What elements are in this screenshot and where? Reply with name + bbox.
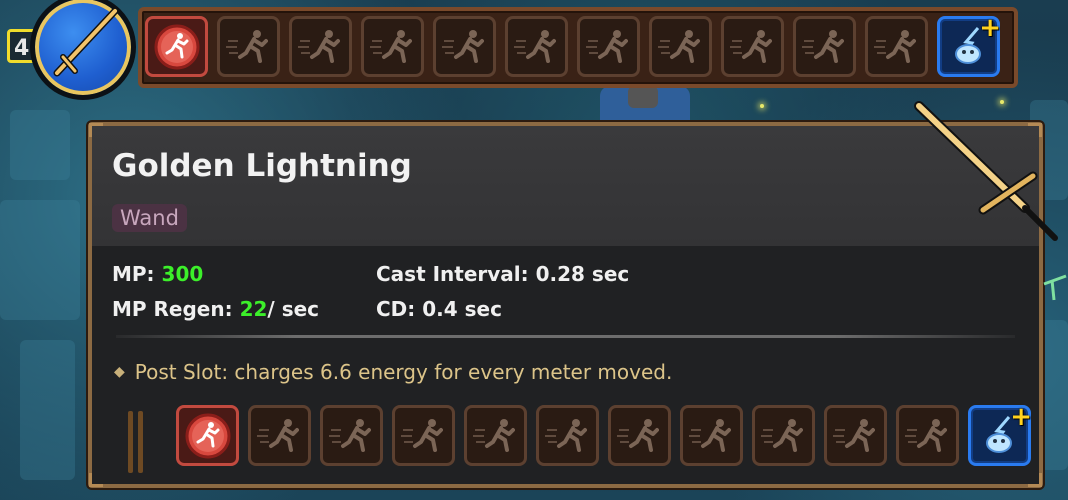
- slot-empty[interactable]: [433, 16, 496, 77]
- slot-empty[interactable]: [824, 405, 887, 466]
- dash-runner-icon: [369, 29, 412, 63]
- slot-empty[interactable]: [752, 405, 815, 466]
- drag-handle[interactable]: [128, 411, 148, 473]
- slot-empty[interactable]: [536, 405, 599, 466]
- dash-runner-icon: [544, 418, 587, 452]
- red-run-orb-icon: [154, 24, 199, 69]
- equipped-weapon-button[interactable]: [30, 0, 136, 100]
- item-title: Golden Lightning: [112, 148, 412, 184]
- cast-interval-stat: Cast Interval: 0.28 sec: [376, 262, 630, 286]
- item-type-tag: Wand: [112, 204, 187, 232]
- slot-add-spell[interactable]: +: [937, 13, 1001, 77]
- player-character: [600, 86, 690, 122]
- dash-runner-icon: [225, 29, 268, 63]
- effect-text: Post Slot: charges 6.6 energy for every …: [134, 360, 673, 384]
- slot-empty[interactable]: [649, 16, 712, 77]
- dash-runner-icon: [513, 29, 556, 63]
- section-divider: [116, 335, 1015, 338]
- dash-runner-icon: [688, 418, 731, 452]
- slot-empty[interactable]: [320, 405, 383, 466]
- slot-empty[interactable]: [217, 16, 280, 77]
- dash-runner-icon: [472, 418, 515, 452]
- background-tile: [10, 110, 70, 180]
- background-tile: [20, 340, 75, 480]
- golden-wand-icon: [914, 101, 1058, 241]
- background-tile: [0, 200, 80, 320]
- slot-empty[interactable]: [464, 405, 527, 466]
- dash-runner-icon: [297, 29, 340, 63]
- top-slot-row: +: [145, 13, 1001, 77]
- slot-empty[interactable]: [248, 405, 311, 466]
- dash-runner-icon: [760, 418, 803, 452]
- slot-empty[interactable]: [680, 405, 743, 466]
- firefly-sparkle: [760, 104, 764, 108]
- tooltip-header: [92, 126, 1039, 246]
- ally-figure: [1043, 274, 1067, 301]
- mp-regen-unit: / sec: [267, 297, 320, 321]
- slot-add-spell[interactable]: +: [968, 402, 1032, 466]
- slot-red-orb[interactable]: [176, 405, 239, 466]
- plus-icon: +: [979, 13, 1001, 43]
- corner-ornament: [1028, 473, 1042, 487]
- slot-empty[interactable]: [793, 16, 856, 77]
- golden-wand-icon: [53, 7, 119, 77]
- dash-runner-icon: [328, 418, 371, 452]
- background-tile: [1040, 320, 1068, 470]
- dash-runner-icon: [441, 29, 484, 63]
- bullet-diamond-icon: ◆: [114, 364, 125, 380]
- dash-runner-icon: [400, 418, 443, 452]
- slot-empty[interactable]: [721, 16, 784, 77]
- slot-empty[interactable]: [505, 16, 568, 77]
- red-run-orb-icon: [185, 413, 230, 458]
- dash-runner-icon: [657, 29, 700, 63]
- dash-runner-icon: [832, 418, 875, 452]
- slot-empty[interactable]: [577, 16, 640, 77]
- dash-runner-icon: [873, 29, 916, 63]
- dash-runner-icon: [801, 29, 844, 63]
- mp-regen-stat: MP Regen: 22/ sec: [112, 297, 319, 321]
- slot-empty[interactable]: [896, 405, 959, 466]
- dash-runner-icon: [616, 418, 659, 452]
- dash-runner-icon: [904, 418, 947, 452]
- corner-ornament: [89, 123, 103, 137]
- slot-empty[interactable]: [608, 405, 671, 466]
- mp-regen-label: MP Regen:: [112, 297, 240, 321]
- slot-empty[interactable]: [392, 405, 455, 466]
- mp-stat: MP: 300: [112, 262, 203, 286]
- corner-ornament: [89, 473, 103, 487]
- slot-red-orb[interactable]: [145, 16, 208, 77]
- plus-icon: +: [1010, 402, 1032, 432]
- tooltip-slot-row: +: [176, 402, 1032, 466]
- slot-empty[interactable]: [361, 16, 424, 77]
- mp-label: MP:: [112, 262, 162, 286]
- dash-runner-icon: [585, 29, 628, 63]
- slot-empty[interactable]: [865, 16, 928, 77]
- dash-runner-icon: [729, 29, 772, 63]
- mp-value: 300: [161, 262, 204, 286]
- effect-description: ◆ Post Slot: charges 6.6 energy for every…: [114, 360, 672, 384]
- mp-regen-value: 22: [239, 297, 268, 321]
- slot-empty[interactable]: [289, 16, 352, 77]
- dash-runner-icon: [256, 418, 299, 452]
- cooldown-stat: CD: 0.4 sec: [376, 297, 502, 321]
